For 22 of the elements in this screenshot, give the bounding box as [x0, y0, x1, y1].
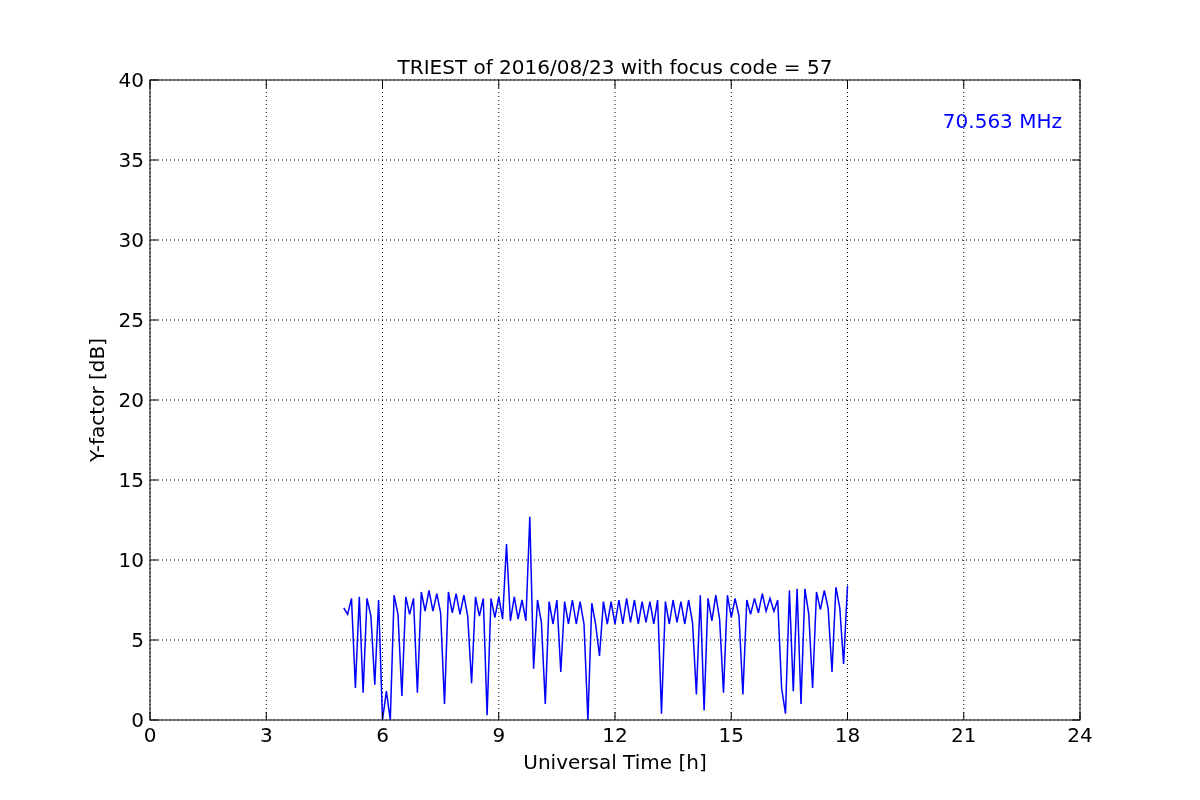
- tick-label: 30: [118, 228, 144, 252]
- frequency-label: 70.563 MHz: [942, 109, 1062, 133]
- chart-title: TRIEST of 2016/08/23 with focus code = 57: [397, 55, 833, 79]
- tick-label: 0: [143, 723, 157, 747]
- tick-label: 10: [118, 548, 144, 572]
- tick-label: 24: [1067, 723, 1093, 747]
- tick-label: 25: [118, 308, 144, 332]
- tick-label: 3: [259, 723, 273, 747]
- tick-label: 35: [118, 148, 144, 172]
- tick-label: 21: [951, 723, 977, 747]
- tick-label: 12: [602, 723, 628, 747]
- y-axis-label: Y-factor [dB]: [85, 338, 109, 462]
- tick-label: 5: [131, 628, 144, 652]
- tick-label: 15: [718, 723, 744, 747]
- tick-label: 6: [376, 723, 389, 747]
- tick-label: 20: [118, 388, 144, 412]
- tick-label: 18: [834, 723, 861, 747]
- tick-label: 0: [131, 708, 144, 732]
- x-axis-label: Universal Time [h]: [523, 750, 707, 774]
- tick-label: 40: [118, 68, 144, 92]
- tick-label: 15: [118, 468, 144, 492]
- tick-label: 9: [492, 723, 506, 747]
